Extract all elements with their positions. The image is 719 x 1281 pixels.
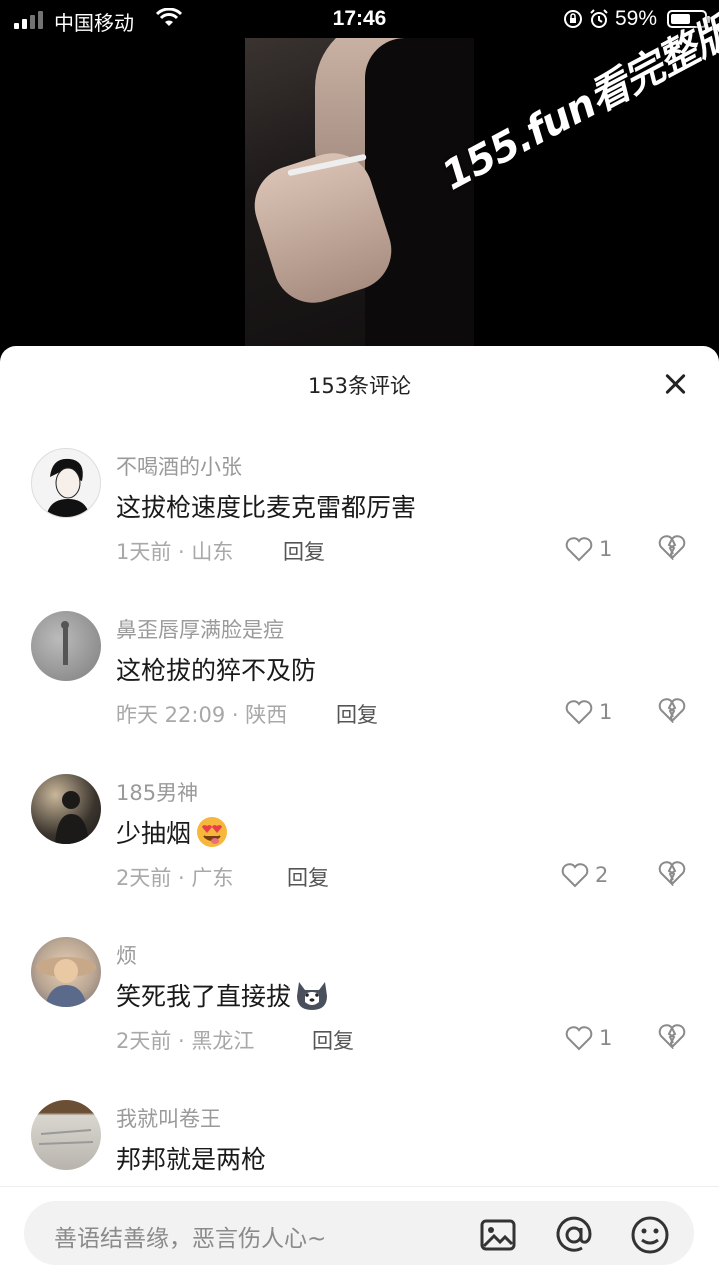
husky-dog-emoji [297,982,328,1010]
comment-username[interactable]: 不喝酒的小张 [116,451,242,481]
comment-item[interactable]: 鼻歪唇厚满脸是痘 这枪拔的猝不及防 昨天 22:09 · 陕西 回复 1 [0,611,719,774]
like-count: 2 [595,863,609,887]
comment-meta: 2天前 · 黑龙江 [116,1029,255,1053]
broken-heart-icon[interactable] [658,534,686,560]
comment-text-content: 这枪拔的猝不及防 [116,656,317,685]
like-button[interactable]: 1 [565,1025,612,1051]
image-icon[interactable] [478,1215,518,1255]
avatar[interactable] [31,774,101,844]
like-count: 1 [599,700,613,724]
heart-eyes-tongue-emoji [197,817,228,847]
comment-item[interactable]: 185男神 少抽烟 2天前 · 广东 回复 2 [0,774,719,937]
status-bar: 中国移动 17:46 59% [0,0,719,40]
like-button[interactable]: 1 [565,699,612,725]
comments-header: 153条评论 [0,346,719,422]
comment-meta: 昨天 22:09 · 陕西 [116,703,288,727]
broken-heart-icon[interactable] [658,697,686,723]
battery-percent: 59% [614,7,657,30]
alarm-icon [590,9,608,28]
video-player[interactable] [245,38,474,348]
comment-text: 这枪拔的猝不及防 [116,651,316,687]
heart-icon [565,700,593,725]
avatar[interactable] [31,1100,101,1170]
like-button[interactable]: 1 [565,536,612,562]
avatar[interactable] [31,611,101,681]
comment-input-placeholder: 善语结善缘，恶言伤人心~ [54,1226,327,1252]
comment-text: 少抽烟 [116,814,231,850]
avatar[interactable] [31,448,101,518]
comment-text-content: 这拔枪速度比麦克雷都厉害 [116,493,417,522]
comment-input-field[interactable]: 善语结善缘，恶言伤人心~ [24,1201,694,1265]
like-count: 1 [599,1026,613,1050]
comments-sheet: 153条评论 不喝酒的小张 这拔枪速度比麦克雷都厉害 1天前 · 山东 回复 1… [0,346,719,1280]
close-icon[interactable] [661,370,689,398]
comment-item[interactable]: 烦 笑死我了直接拔 2天前 · 黑龙江 回复 1 [0,937,719,1100]
broken-heart-icon[interactable] [658,860,686,886]
comment-item[interactable]: 不喝酒的小张 这拔枪速度比麦克雷都厉害 1天前 · 山东 回复 1 [0,448,719,611]
comment-meta: 1天前 · 山东 [116,540,234,564]
comment-text: 笑死我了直接拔 [116,977,331,1013]
orientation-lock-icon [563,10,582,28]
reply-button[interactable]: 回复 [336,699,378,729]
reply-button[interactable]: 回复 [283,536,325,566]
comment-username[interactable]: 我就叫卷王 [116,1103,221,1133]
avatar[interactable] [31,937,101,1007]
heart-icon [561,863,589,888]
comment-text: 邦邦就是两枪 [116,1140,266,1176]
heart-icon [565,1026,593,1051]
comment-username[interactable]: 185男神 [116,777,198,807]
emoji-icon[interactable] [630,1215,670,1255]
like-button[interactable]: 2 [561,862,608,888]
comment-text-content: 邦邦就是两枪 [116,1145,267,1174]
comment-text-content: 笑死我了直接拔 [116,982,292,1011]
reply-button[interactable]: 回复 [287,862,329,892]
comment-input-bar: 善语结善缘，恶言伤人心~ [0,1186,719,1281]
comment-username[interactable]: 烦 [116,940,137,970]
at-mention-icon[interactable] [554,1215,594,1255]
like-count: 1 [599,537,613,561]
comment-text: 这拔枪速度比麦克雷都厉害 [116,488,416,524]
comment-meta: 2天前 · 广东 [116,866,234,890]
comments-count-title: 153条评论 [307,374,412,398]
comment-text-content: 少抽烟 [116,819,192,848]
broken-heart-icon[interactable] [658,1023,686,1049]
heart-icon [565,537,593,562]
reply-button[interactable]: 回复 [312,1025,354,1055]
comment-username[interactable]: 鼻歪唇厚满脸是痘 [116,614,284,644]
